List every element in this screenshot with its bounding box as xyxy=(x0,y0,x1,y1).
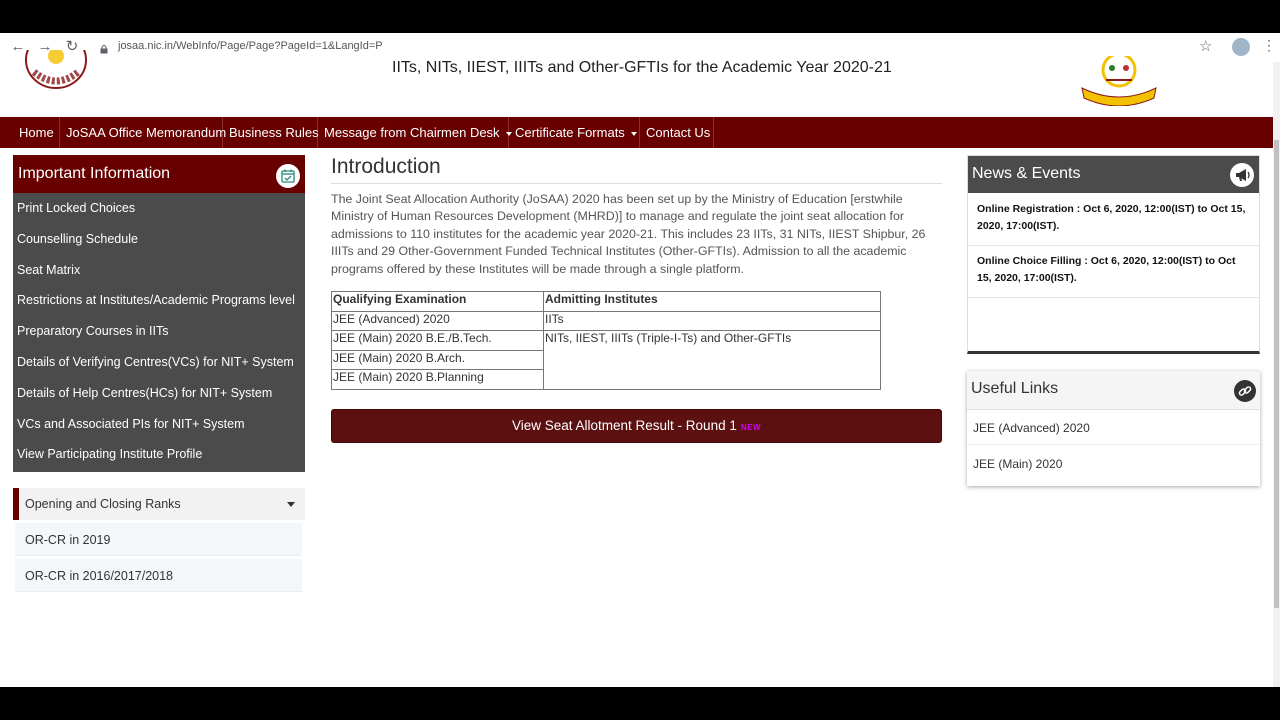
info-link-verifying-centres[interactable]: Details of Verifying Centres(VCs) for NI… xyxy=(13,347,305,378)
news-events-panel: News & Events Online Registration : Oct … xyxy=(967,155,1260,354)
site-header: IITs, NITs, IIEST, IIITs and Other-GFTIs… xyxy=(0,33,1274,117)
useful-links-title: Useful Links xyxy=(971,380,1059,397)
opening-closing-ranks-label: Opening and Closing Ranks xyxy=(25,497,181,511)
browser-menu-icon[interactable]: ⋮ xyxy=(1262,37,1276,54)
info-link-print-locked-choices[interactable]: Print Locked Choices xyxy=(13,193,305,224)
main-menu-bar: Home JoSAA Office Memorandum Business Ru… xyxy=(0,117,1274,148)
news-divider xyxy=(968,245,1259,246)
table-row: JEE (Advanced) 2020 IITs xyxy=(331,310,881,331)
menu-certificate-formats[interactable]: Certificate Formats xyxy=(509,117,640,148)
menu-chairmen-desk-label: Message from Chairmen Desk xyxy=(324,125,500,140)
news-events-header: News & Events xyxy=(968,156,1259,193)
menu-chairmen-desk[interactable]: Message from Chairmen Desk xyxy=(318,117,512,148)
page-scrollbar[interactable] xyxy=(1273,62,1280,687)
table-header-row: Qualifying Examination Admitting Institu… xyxy=(331,291,881,312)
table-cell: JEE (Main) 2020 B.Arch. xyxy=(331,349,544,370)
table-cell: NITs, IIEST, IIITs (Triple-I-Ts) and Oth… xyxy=(543,330,881,390)
table-cell: JEE (Main) 2020 B.E./B.Tech. xyxy=(331,330,544,351)
link-chain-icon xyxy=(1234,380,1256,402)
news-item[interactable]: Online Choice Filling : Oct 6, 2020, 12:… xyxy=(977,253,1249,287)
emblem-logo xyxy=(1078,52,1160,107)
opening-closing-ranks-toggle[interactable]: Opening and Closing Ranks xyxy=(13,488,305,520)
useful-link-jee-main[interactable]: JEE (Main) 2020 xyxy=(973,457,1062,471)
info-link-restrictions[interactable]: Restrictions at Institutes/Academic Prog… xyxy=(13,285,305,316)
menu-business-rules[interactable]: Business Rules xyxy=(223,117,319,148)
menu-office-memorandum-label: JoSAA Office Memorandum xyxy=(66,125,227,140)
menu-contact-us-label: Contact Us xyxy=(646,125,711,140)
new-badge: NEW xyxy=(740,423,762,432)
menu-certificate-formats-label: Certificate Formats xyxy=(515,125,625,140)
view-seat-allotment-label: View Seat Allotment Result - Round 1 xyxy=(511,418,737,433)
info-link-counselling-schedule[interactable]: Counselling Schedule xyxy=(13,224,305,255)
useful-links-panel: Useful Links JEE (Advanced) 2020 JEE (Ma… xyxy=(967,371,1260,486)
useful-links-divider xyxy=(967,444,1260,445)
info-link-seat-matrix[interactable]: Seat Matrix xyxy=(13,255,305,286)
scrollbar-thumb[interactable] xyxy=(1274,140,1279,608)
menu-business-rules-label: Business Rules xyxy=(229,125,319,140)
menu-office-memorandum[interactable]: JoSAA Office Memorandum xyxy=(60,117,227,148)
info-link-help-centres[interactable]: Details of Help Centres(HCs) for NIT+ Sy… xyxy=(13,378,305,409)
chevron-down-icon xyxy=(287,502,295,507)
orcr-2019-link[interactable]: OR-CR in 2019 xyxy=(15,523,302,556)
important-information-title: Important Information xyxy=(18,165,171,182)
info-link-preparatory-courses[interactable]: Preparatory Courses in IITs xyxy=(13,316,305,347)
news-events-title: News & Events xyxy=(972,165,1081,182)
useful-link-jee-advanced[interactable]: JEE (Advanced) 2020 xyxy=(973,421,1090,435)
menu-home[interactable]: Home xyxy=(13,117,60,148)
megaphone-icon xyxy=(1230,163,1254,187)
table-cell: IITs xyxy=(543,310,881,331)
important-information-list: Print Locked Choices Counselling Schedul… xyxy=(13,193,305,470)
chevron-down-icon xyxy=(630,131,637,136)
address-bar[interactable]: josaa.nic.in/WebInfo/Page/Page?PageId=1&… xyxy=(118,40,383,52)
qualifying-exam-table: Qualifying Examination Admitting Institu… xyxy=(331,291,881,390)
news-divider xyxy=(968,297,1259,298)
calendar-icon xyxy=(276,164,300,188)
table-header-cell: Qualifying Examination xyxy=(331,291,544,312)
introduction-title: Introduction xyxy=(331,155,441,178)
info-link-institute-profile[interactable]: View Participating Institute Profile xyxy=(13,439,305,470)
menu-home-label: Home xyxy=(19,125,54,140)
important-information-header: Important Information xyxy=(13,156,305,193)
menu-contact-us[interactable]: Contact Us xyxy=(640,117,714,148)
orcr-2016-2018-link[interactable]: OR-CR in 2016/2017/2018 xyxy=(15,559,302,592)
lock-icon xyxy=(100,41,108,54)
table-header-cell: Admitting Institutes xyxy=(543,291,881,312)
info-link-vcs-associated-pis[interactable]: VCs and Associated PIs for NIT+ System xyxy=(13,409,305,440)
bookmark-star-icon[interactable]: ☆ xyxy=(1199,37,1212,55)
news-item[interactable]: Online Registration : Oct 6, 2020, 12:00… xyxy=(977,201,1249,235)
useful-links-header: Useful Links xyxy=(967,371,1260,410)
profile-avatar[interactable] xyxy=(1232,38,1250,56)
page-header-title: IITs, NITs, IIEST, IIITs and Other-GFTIs… xyxy=(392,59,892,76)
table-row: JEE (Main) 2020 B.E./B.Tech. NITs, IIEST… xyxy=(331,330,881,390)
introduction-divider xyxy=(331,183,942,184)
browser-viewport: ← → ↻ josaa.nic.in/WebInfo/Page/Page?Pag… xyxy=(0,33,1280,687)
josaa-logo xyxy=(22,33,90,102)
important-information-panel: Important Information Print Locked Choic… xyxy=(13,155,305,472)
introduction-text: The Joint Seat Allocation Authority (JoS… xyxy=(331,192,926,276)
table-cell: JEE (Advanced) 2020 xyxy=(331,310,544,331)
table-cell: JEE (Main) 2020 B.Planning xyxy=(331,369,544,390)
view-seat-allotment-button[interactable]: View Seat Allotment Result - Round 1 NEW xyxy=(331,409,942,443)
